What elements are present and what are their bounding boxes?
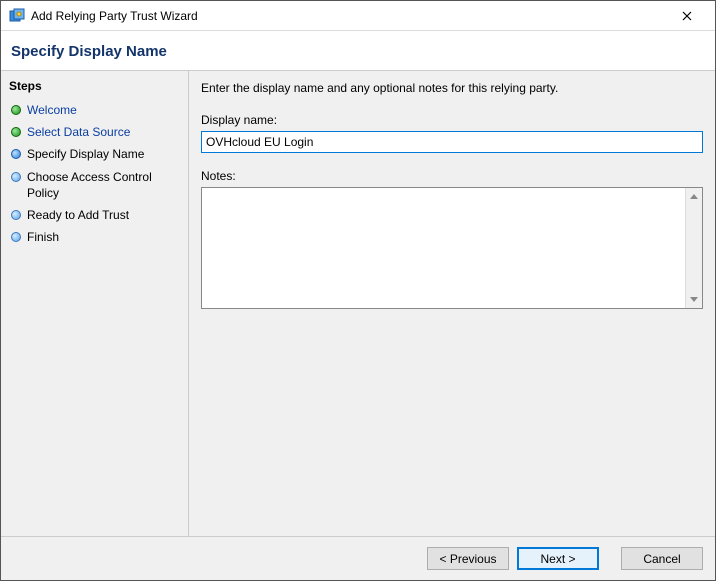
next-button[interactable]: Next > <box>517 547 599 570</box>
app-icon <box>9 8 25 24</box>
notes-label: Notes: <box>201 169 703 183</box>
step-finish: Finish <box>1 226 188 248</box>
step-bullet-icon <box>11 232 21 242</box>
close-button[interactable] <box>667 2 707 30</box>
notes-textarea[interactable] <box>202 188 685 308</box>
previous-button[interactable]: < Previous <box>427 547 509 570</box>
step-bullet-icon <box>11 149 21 159</box>
content-pane: Enter the display name and any optional … <box>189 71 715 536</box>
display-name-label: Display name: <box>201 113 703 127</box>
step-bullet-icon <box>11 210 21 220</box>
step-label[interactable]: Select Data Source <box>27 124 130 140</box>
step-label: Choose Access Control Policy <box>27 169 180 201</box>
scroll-up-icon[interactable] <box>686 188 702 205</box>
wizard-window: Add Relying Party Trust Wizard Specify D… <box>0 0 716 581</box>
cancel-button[interactable]: Cancel <box>621 547 703 570</box>
step-ready-to-add-trust: Ready to Add Trust <box>1 204 188 226</box>
step-label[interactable]: Welcome <box>27 102 77 118</box>
step-specify-display-name: Specify Display Name <box>1 143 188 165</box>
step-bullet-icon <box>11 127 21 137</box>
window-title: Add Relying Party Trust Wizard <box>31 9 667 23</box>
step-label: Finish <box>27 229 59 245</box>
step-bullet-icon <box>11 172 21 182</box>
footer: < Previous Next > Cancel <box>1 536 715 580</box>
step-welcome[interactable]: Welcome <box>1 99 188 121</box>
page-title: Specify Display Name <box>1 31 715 71</box>
notes-box <box>201 187 703 309</box>
step-select-data-source[interactable]: Select Data Source <box>1 121 188 143</box>
step-label: Ready to Add Trust <box>27 207 129 223</box>
notes-scrollbar[interactable] <box>685 188 702 308</box>
instruction-text: Enter the display name and any optional … <box>201 81 703 95</box>
steps-sidebar: Steps Welcome Select Data Source Specify… <box>1 71 189 536</box>
step-choose-access-control-policy: Choose Access Control Policy <box>1 166 188 204</box>
steps-header: Steps <box>1 77 188 99</box>
step-label: Specify Display Name <box>27 146 144 162</box>
display-name-input[interactable] <box>201 131 703 153</box>
scroll-down-icon[interactable] <box>686 291 702 308</box>
wizard-body: Steps Welcome Select Data Source Specify… <box>1 71 715 536</box>
step-bullet-icon <box>11 105 21 115</box>
titlebar: Add Relying Party Trust Wizard <box>1 1 715 31</box>
